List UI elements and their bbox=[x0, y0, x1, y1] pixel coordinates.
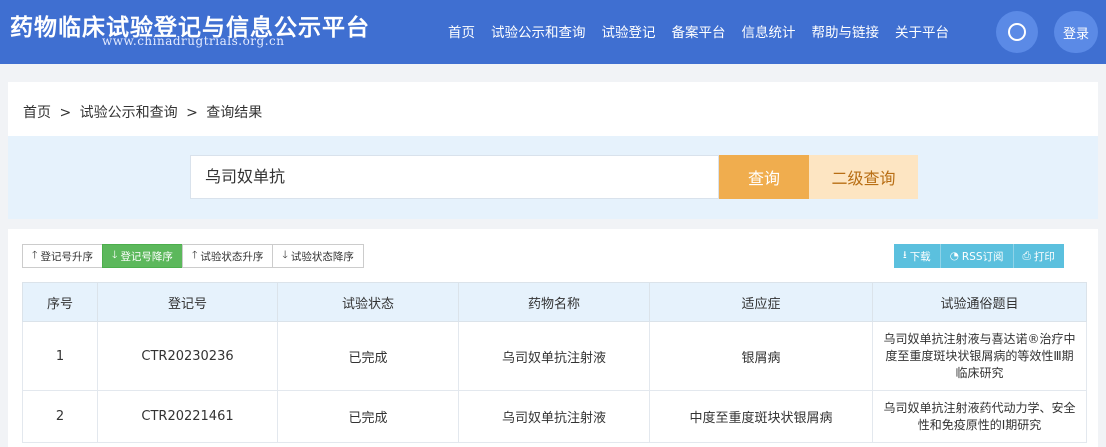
table-row[interactable]: 1 CTR20230236 已完成 乌司奴单抗注射液 银屑病 乌司奴单抗注射液与… bbox=[22, 321, 1087, 391]
search-panel: 首页 > 试验公示和查询 > 查询结果 乌司奴单抗 查询 二级查询 bbox=[8, 82, 1098, 219]
rss-button[interactable]: ◔ RSS订阅 bbox=[940, 244, 1014, 268]
table-header-row: 序号 登记号 试验状态 药物名称 适应症 试验通俗题目 bbox=[22, 282, 1087, 322]
print-icon: ⎙ bbox=[1022, 249, 1031, 262]
breadcrumb-separator: > bbox=[59, 105, 72, 121]
cell-drug: 乌司奴单抗注射液 bbox=[458, 390, 650, 443]
sort-label: 试验状态升序 bbox=[200, 250, 264, 263]
query-button[interactable]: 查询 bbox=[719, 155, 809, 199]
arrow-up-icon: 🡑 bbox=[191, 249, 198, 261]
nav-filing-platform[interactable]: 备案平台 bbox=[672, 21, 726, 41]
breadcrumb-current: 查询结果 bbox=[206, 105, 263, 121]
cell-status: 已完成 bbox=[277, 321, 459, 391]
download-button[interactable]: ⭳ 下载 bbox=[894, 244, 941, 268]
rss-icon: ◔ bbox=[949, 250, 959, 262]
breadcrumb-home[interactable]: 首页 bbox=[23, 105, 51, 121]
rss-label: RSS订阅 bbox=[961, 250, 1004, 263]
results-table: 序号 登记号 试验状态 药物名称 适应症 试验通俗题目 1 CTR2023023… bbox=[22, 282, 1087, 443]
action-button-group: ⭳ 下载 ◔ RSS订阅 ⎙ 打印 bbox=[894, 244, 1064, 268]
search-band: 乌司奴单抗 查询 二级查询 bbox=[8, 136, 1098, 219]
cell-index: 2 bbox=[22, 390, 98, 443]
breadcrumb-trial-query[interactable]: 试验公示和查询 bbox=[80, 105, 178, 121]
header-search-button[interactable] bbox=[996, 11, 1038, 53]
nav-home[interactable]: 首页 bbox=[448, 21, 475, 41]
nav-trial-query[interactable]: 试验公示和查询 bbox=[491, 21, 586, 41]
search-input[interactable]: 乌司奴单抗 bbox=[190, 155, 719, 199]
nav-trial-registration[interactable]: 试验登记 bbox=[602, 21, 656, 41]
sort-regno-desc-button[interactable]: 🡓 登记号降序 bbox=[101, 244, 183, 268]
cell-title[interactable]: 乌司奴单抗注射液药代动力学、安全性和免疫原性的I期研究 bbox=[872, 390, 1087, 443]
download-icon: ⭳ bbox=[903, 249, 907, 261]
sort-status-desc-button[interactable]: 🡓 试验状态降序 bbox=[272, 244, 364, 268]
cell-regno[interactable]: CTR20221461 bbox=[97, 390, 278, 443]
download-label: 下载 bbox=[909, 250, 931, 263]
cell-indication: 中度至重度斑块状银屑病 bbox=[649, 390, 873, 443]
main-nav: 首页 试验公示和查询 试验登记 备案平台 信息统计 帮助与链接 关于平台 bbox=[448, 21, 949, 41]
cell-regno[interactable]: CTR20230236 bbox=[97, 321, 278, 391]
cell-status: 已完成 bbox=[277, 390, 459, 443]
print-button[interactable]: ⎙ 打印 bbox=[1013, 244, 1064, 268]
table-row[interactable]: 2 CTR20221461 已完成 乌司奴单抗注射液 中度至重度斑块状银屑病 乌… bbox=[22, 390, 1087, 443]
col-header-status[interactable]: 试验状态 bbox=[277, 282, 459, 322]
search-icon bbox=[1008, 23, 1026, 41]
arrow-down-icon: 🡓 bbox=[282, 249, 288, 261]
login-button[interactable]: 登录 bbox=[1054, 11, 1098, 53]
nav-statistics[interactable]: 信息统计 bbox=[742, 21, 796, 41]
nav-help-links[interactable]: 帮助与链接 bbox=[812, 21, 880, 41]
advanced-query-button[interactable]: 二级查询 bbox=[809, 155, 918, 199]
col-header-regno[interactable]: 登记号 bbox=[97, 282, 278, 322]
col-header-drug[interactable]: 药物名称 bbox=[458, 282, 650, 322]
arrow-up-icon: 🡑 bbox=[32, 249, 38, 261]
col-header-indication[interactable]: 适应症 bbox=[649, 282, 873, 322]
sort-status-asc-button[interactable]: 🡑 试验状态升序 bbox=[181, 244, 274, 268]
sort-label: 试验状态降序 bbox=[290, 250, 354, 263]
col-header-title[interactable]: 试验通俗题目 bbox=[872, 282, 1087, 322]
cell-drug: 乌司奴单抗注射液 bbox=[458, 321, 650, 391]
print-label: 打印 bbox=[1033, 250, 1055, 263]
sort-button-group: 🡑 登记号升序 🡓 登记号降序 🡑 试验状态升序 🡓 试验状态降序 bbox=[22, 244, 364, 268]
sort-label: 登记号降序 bbox=[120, 250, 173, 263]
col-header-index[interactable]: 序号 bbox=[22, 282, 98, 322]
site-url: www.chinadrugtrials.org.cn bbox=[102, 34, 285, 48]
breadcrumb: 首页 > 试验公示和查询 > 查询结果 bbox=[23, 102, 266, 122]
top-header: 药物临床试验登记与信息公示平台 www.chinadrugtrials.org.… bbox=[0, 0, 1106, 64]
nav-about[interactable]: 关于平台 bbox=[895, 21, 949, 41]
cell-index: 1 bbox=[22, 321, 98, 391]
sort-regno-asc-button[interactable]: 🡑 登记号升序 bbox=[22, 244, 103, 268]
sort-label: 登记号升序 bbox=[40, 250, 93, 263]
cell-indication: 银屑病 bbox=[649, 321, 873, 391]
cell-title[interactable]: 乌司奴单抗注射液与喜达诺®治疗中度至重度斑块状银屑病的等效性Ⅲ期临床研究 bbox=[872, 321, 1087, 391]
arrow-down-icon: 🡓 bbox=[111, 249, 118, 261]
breadcrumb-separator: > bbox=[186, 105, 198, 121]
results-panel: 🡑 登记号升序 🡓 登记号降序 🡑 试验状态升序 🡓 试验状态降序 ⭳ 下载 ◔… bbox=[8, 229, 1098, 447]
